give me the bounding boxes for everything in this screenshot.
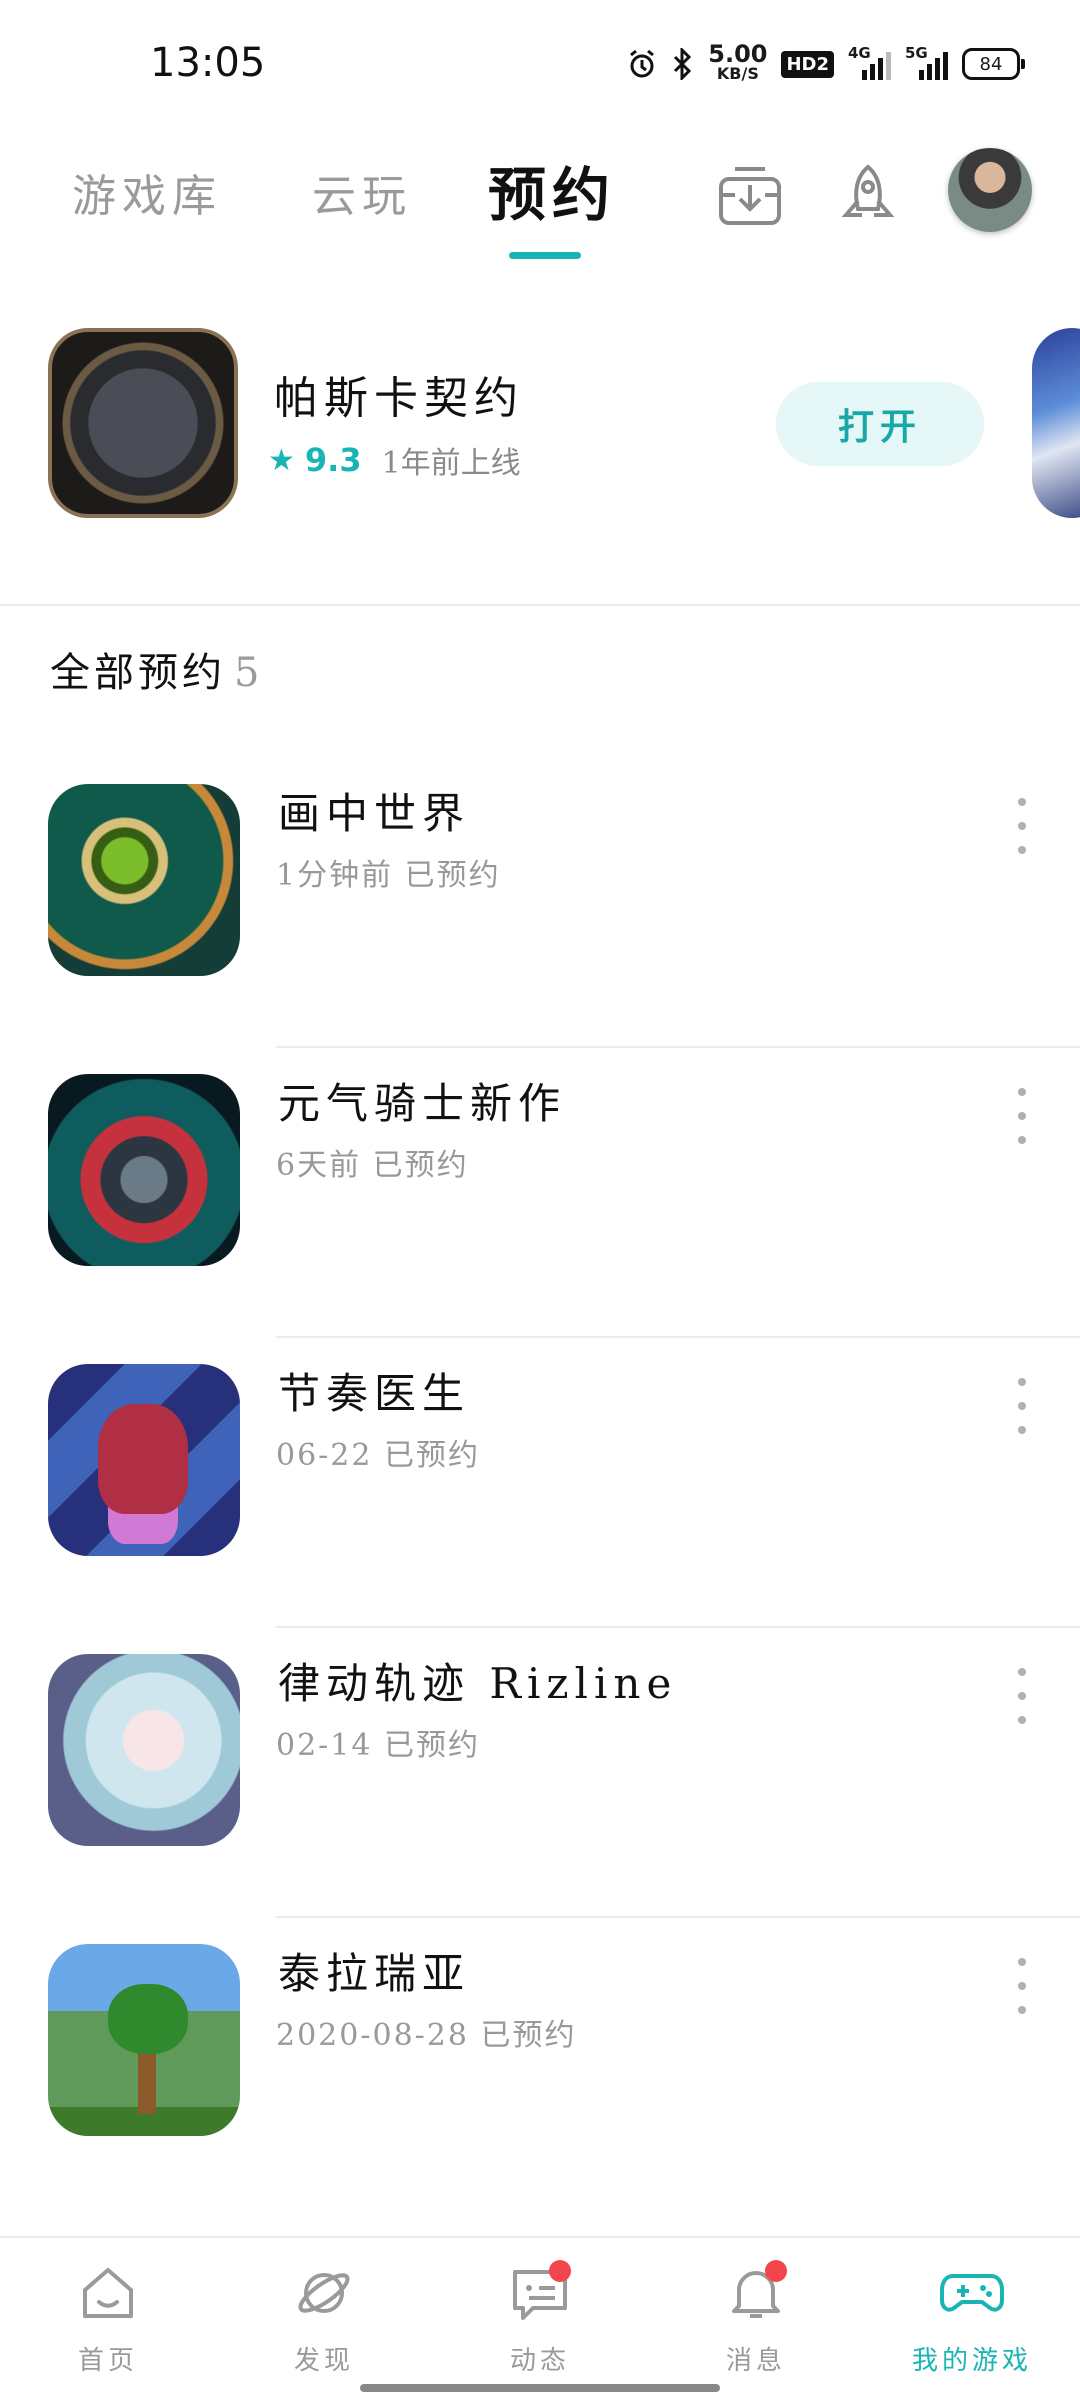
game-icon[interactable] [48,1364,240,1556]
rocket-boost-icon[interactable] [828,156,908,236]
nav-my-games-label: 我的游戏 [911,2346,1032,2376]
game-icon[interactable] [48,1944,240,2136]
signal-4g-icon: 4G [848,44,891,80]
net2-label: 5G [905,44,928,62]
more-options-icon[interactable] [1004,1088,1040,1144]
more-options-icon[interactable] [1004,1378,1040,1434]
nav-messages-label: 消息 [725,2346,786,2376]
featured-game-rating: 9.3 [304,441,362,479]
star-icon: ★ [268,442,295,478]
alarm-icon [626,48,658,80]
featured-game-icon[interactable] [48,328,238,518]
speed-unit: KB/S [716,64,759,83]
signal-5g-icon: 5G [905,44,948,80]
section-title: 全部预约 [50,650,226,696]
planet-icon [291,2260,357,2326]
tab-cloud-play[interactable]: 云玩 [312,160,412,224]
net1-label: 4G [848,44,871,62]
section-divider [0,604,1080,606]
game-title: 节奏医生 [278,1369,471,1418]
speed-value: 5.00 [708,40,768,68]
tab-reservations[interactable]: 预约 [488,148,616,232]
list-item[interactable]: 节奏医生 06-22 已预约 [0,1338,1080,1628]
featured-game-title: 帕斯卡契约 [274,373,524,424]
chat-icon [507,2260,573,2326]
nav-discover[interactable]: 发现 [244,2260,404,2377]
reservation-time: 1分钟前 已预约 [276,858,501,893]
all-reservations-header: 全部预约 5 [50,640,263,698]
game-title: 元气骑士新作 [278,1079,567,1128]
open-button[interactable]: 打开 [776,382,984,466]
game-title: 律动轨迹 Rizline [278,1659,678,1708]
nav-home[interactable]: 首页 [28,2260,188,2377]
reservation-list: 画中世界 1分钟前 已预约 元气骑士新作 6天前 已预约 节奏医生 06-22 … [0,758,1080,2208]
game-title: 画中世界 [278,789,471,838]
featured-game-card[interactable]: 帕斯卡契约 ★ 9.3 1年前上线 打开 [0,300,1080,600]
nav-feed-label: 动态 [509,2346,570,2376]
top-tabs: 游戏库 云玩 预约 [0,130,1080,270]
battery-level: 84 [979,53,1003,75]
status-icons: 5.00 KB/S HD2 4G 5G 84 [626,40,1025,84]
game-icon[interactable] [48,784,240,976]
reservation-time: 2020-08-28 已预约 [276,2018,577,2053]
gamepad-icon [939,2260,1005,2326]
more-options-icon[interactable] [1004,798,1040,854]
featured-game-release: 1年前上线 [381,446,521,481]
user-avatar[interactable] [948,148,1032,232]
next-featured-game-icon[interactable] [1032,328,1080,518]
reservation-time: 6天前 已预约 [276,1148,469,1183]
reservation-time: 02-14 已预约 [276,1728,481,1763]
status-bar: 13:05 5.00 KB/S HD2 4G 5G 84 [0,0,1080,130]
nav-my-games[interactable]: 我的游戏 [892,2260,1052,2377]
nav-home-label: 首页 [77,2346,138,2376]
bell-icon [723,2260,789,2326]
network-speed: 5.00 KB/S [708,40,768,84]
list-item[interactable]: 泰拉瑞亚 2020-08-28 已预约 [0,1918,1080,2208]
nav-messages[interactable]: 消息 [676,2260,836,2377]
nav-discover-label: 发现 [293,2346,354,2376]
active-tab-indicator [509,252,581,259]
list-item[interactable]: 元气骑士新作 6天前 已预约 [0,1048,1080,1338]
tab-game-library[interactable]: 游戏库 [72,160,222,224]
game-icon[interactable] [48,1074,240,1266]
reservation-count: 5 [234,650,264,696]
game-icon[interactable] [48,1654,240,1846]
list-item[interactable]: 律动轨迹 Rizline 02-14 已预约 [0,1628,1080,1918]
nav-feed[interactable]: 动态 [460,2260,620,2377]
bluetooth-icon [672,48,694,80]
notification-badge [549,2260,571,2282]
reservation-time: 06-22 已预约 [276,1438,481,1473]
battery-icon: 84 [962,48,1025,80]
hd-icon: HD2 [781,50,834,78]
notification-badge [765,2260,787,2282]
home-icon [75,2260,141,2326]
download-manager-icon[interactable] [710,156,790,236]
status-time: 13:05 [150,40,266,86]
game-title: 泰拉瑞亚 [278,1949,471,1998]
more-options-icon[interactable] [1004,1668,1040,1724]
home-indicator [360,2384,720,2392]
list-item[interactable]: 画中世界 1分钟前 已预约 [0,758,1080,1048]
more-options-icon[interactable] [1004,1958,1040,2014]
featured-game-meta: ★ 9.3 1年前上线 [268,438,521,482]
bottom-navigation: 首页 发现 动态 消息 我的游戏 [0,2236,1080,2402]
